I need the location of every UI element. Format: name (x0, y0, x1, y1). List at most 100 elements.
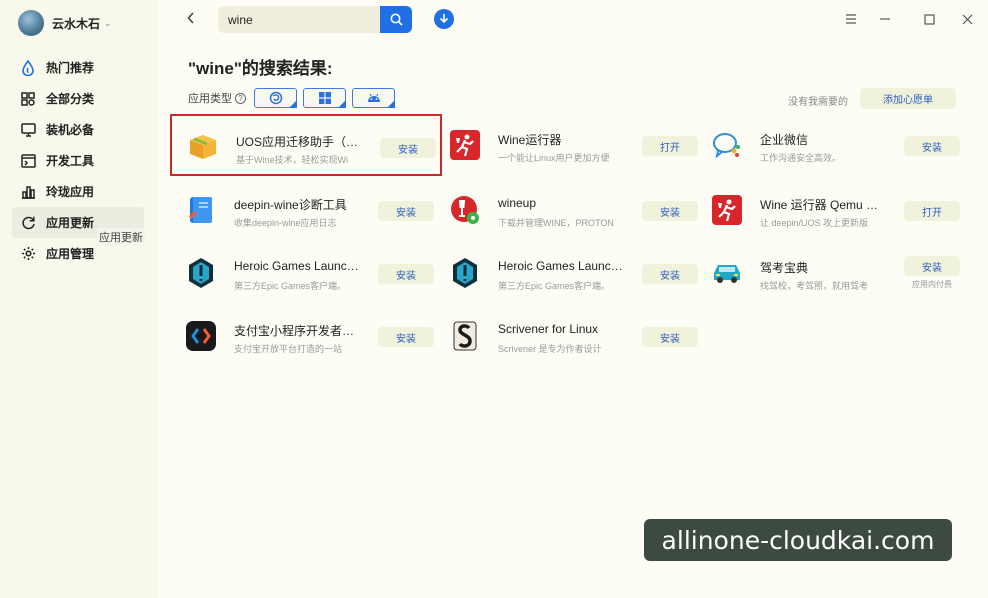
app-name[interactable]: 驾考宝典 (760, 259, 808, 276)
install-button[interactable]: 安装 (378, 201, 434, 221)
filter-row: 应用类型 ? (188, 88, 395, 108)
sidebar-item-label: 热门推荐 (46, 61, 95, 75)
car-icon (710, 256, 744, 290)
close-button[interactable] (958, 10, 976, 28)
back-button[interactable] (180, 7, 202, 29)
app-desc: 工作沟通安全高效。 (760, 153, 842, 163)
chart-icon (20, 184, 36, 200)
search-button[interactable] (380, 6, 412, 33)
app-name[interactable]: Wine 运行器 Qemu 拓展 (760, 196, 890, 213)
maximize-icon (923, 13, 935, 25)
app-name[interactable]: Heroic Games Launcher (234, 259, 364, 273)
download-button[interactable] (434, 9, 454, 29)
app-desc: Scrivener 是专为作者设计 (498, 344, 602, 354)
user-menu[interactable]: 云水木石 ⌄ (18, 10, 112, 36)
open-button[interactable]: 打开 (904, 201, 960, 221)
app-name[interactable]: deepin-wine诊断工具 (234, 196, 347, 213)
avatar[interactable] (18, 10, 44, 36)
install-button[interactable]: 安装 (904, 136, 960, 156)
app-name[interactable]: UOS应用迁移助手（wi… (236, 133, 366, 150)
windows-logo-icon (318, 92, 331, 104)
menu-button[interactable] (842, 10, 860, 28)
tooltip: 应用更新 (97, 228, 145, 246)
app-name[interactable]: 企业微信 (760, 131, 808, 148)
app-desc: 第三方Epic Games客户端。 (498, 281, 611, 291)
sidebar-item-categories[interactable]: 全部分类 (12, 83, 144, 114)
maximize-button[interactable] (920, 10, 938, 28)
sidebar-item-label: 玲珑应用 (46, 185, 95, 199)
heroic-icon (448, 256, 482, 290)
filter-type-deepin[interactable] (254, 88, 297, 108)
install-button[interactable]: 安装 (904, 256, 960, 276)
install-button[interactable]: 安装 (378, 327, 434, 347)
wine-runner-icon (448, 128, 482, 162)
filter-type-android[interactable] (352, 88, 395, 108)
app-name[interactable]: wineup (498, 196, 536, 210)
app-card[interactable]: 企业微信 工作沟通安全高效。 安装 (696, 114, 968, 176)
results-title: "wine"的搜索结果: (188, 59, 333, 78)
in-app-purchase-label: 应用内付费 (912, 280, 952, 289)
watermark: allinone-cloudkai.com (644, 519, 952, 561)
close-icon (962, 14, 972, 24)
app-desc: 基于Wine技术，轻松实现Wi (236, 155, 348, 165)
app-card[interactable]: UOS应用迁移助手（wi… 基于Wine技术，轻松实现Wi 安装 (170, 114, 442, 176)
sidebar-item-hot[interactable]: 热门推荐 (12, 52, 144, 83)
app-desc: 第三方Epic Games客户端。 (234, 281, 347, 291)
monitor-icon (20, 122, 36, 138)
app-card[interactable]: 支付宝小程序开发者工具 支付宝开放平台打造的一站 安装 (170, 305, 442, 367)
box-icon (186, 130, 220, 164)
app-name[interactable]: Heroic Games Launcher (498, 259, 628, 273)
app-desc: 收集deepin-wine应用日志 (234, 218, 337, 228)
sidebar: 云水木石 ⌄ 热门推荐 全部分类 装机必备 开发工具 玲珑应用 应用更新 应用管… (0, 0, 158, 598)
add-wishlist-button[interactable]: 添加心愿单 (860, 88, 956, 109)
sidebar-item-label: 全部分类 (46, 92, 95, 106)
deepin-logo-icon (269, 91, 282, 105)
app-card[interactable]: Heroic Games Launcher 第三方Epic Games客户端。 … (170, 242, 442, 304)
topbar (158, 0, 988, 40)
open-button[interactable]: 打开 (642, 136, 698, 156)
app-card[interactable]: 驾考宝典 找驾校，考驾照，就用驾考 安装 应用内付费 (696, 242, 968, 304)
install-button[interactable]: 安装 (642, 201, 698, 221)
app-card[interactable]: wineup 下载并管理WINE，PROTON 安装 (434, 179, 706, 241)
gear-icon (20, 246, 36, 262)
app-card[interactable]: deepin-wine诊断工具 收集deepin-wine应用日志 安装 (170, 179, 442, 241)
filter-type-windows[interactable] (303, 88, 346, 108)
app-desc: 下载并管理WINE，PROTON (498, 218, 614, 228)
app-name[interactable]: 支付宝小程序开发者工具 (234, 322, 364, 339)
install-button[interactable]: 安装 (642, 327, 698, 347)
chevron-down-icon[interactable]: ⌄ (104, 18, 112, 29)
app-card[interactable]: Heroic Games Launcher 第三方Epic Games客户端。 … (434, 242, 706, 304)
filter-label: 应用类型 (188, 93, 232, 105)
help-icon[interactable]: ? (235, 92, 246, 104)
book-icon (184, 193, 218, 227)
wish-prompt: 没有我需要的 (788, 97, 848, 108)
code-icon (184, 319, 218, 353)
hot-drop-icon (20, 59, 36, 76)
app-card[interactable]: Wine 运行器 Qemu 拓展 让 deepin/UOS 攻上更新版 打开 (696, 179, 968, 241)
selected-corner-icon (338, 100, 346, 108)
app-desc: 让 deepin/UOS 攻上更新版 (760, 218, 869, 228)
minimize-icon (880, 18, 890, 20)
minimize-button[interactable] (876, 10, 894, 28)
app-name[interactable]: Scrivener for Linux (498, 322, 598, 336)
grid-icon (20, 91, 36, 107)
selected-corner-icon (387, 100, 395, 108)
sidebar-item-label: 开发工具 (46, 154, 95, 168)
app-name[interactable]: Wine运行器 (498, 131, 561, 148)
install-button[interactable]: 安装 (380, 138, 436, 158)
wine-runner-icon (710, 193, 744, 227)
sidebar-item-label: 应用更新 (46, 216, 95, 230)
app-desc: 找驾校，考驾照，就用驾考 (760, 281, 869, 291)
search-input[interactable] (228, 12, 388, 27)
sidebar-item-devtools[interactable]: 开发工具 (12, 145, 144, 176)
menu-icon (846, 14, 856, 24)
install-button[interactable]: 安装 (642, 264, 698, 284)
sidebar-item-essentials[interactable]: 装机必备 (12, 114, 144, 145)
app-card[interactable]: Wine运行器 一个能让Linux用户更加方便 打开 (434, 114, 706, 176)
sidebar-item-linglong[interactable]: 玲珑应用 (12, 176, 144, 207)
android-logo-icon (367, 93, 380, 102)
app-card[interactable]: Scrivener for Linux Scrivener 是专为作者设计 安装 (434, 305, 706, 367)
wecom-icon (710, 128, 744, 162)
search-icon (390, 13, 403, 26)
install-button[interactable]: 安装 (378, 264, 434, 284)
